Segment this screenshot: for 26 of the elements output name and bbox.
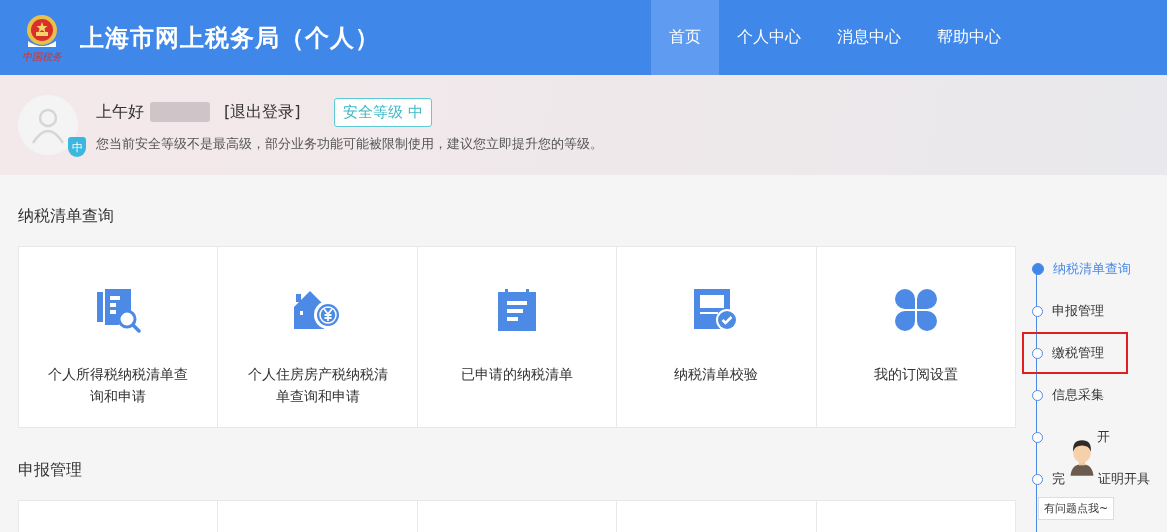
- nav-tab[interactable]: 帮助中心: [919, 0, 1019, 75]
- clover-icon: [894, 287, 937, 333]
- greeting: 上午好: [96, 101, 144, 123]
- notepad-icon: [497, 287, 537, 333]
- help-tooltip[interactable]: 有问题点我~: [1038, 497, 1115, 520]
- card-label: 个人所得税纳税清单查询和申请: [47, 365, 190, 406]
- card-label: 已申请的纳税清单: [460, 365, 574, 384]
- section-title: 申报管理: [18, 459, 83, 481]
- side-nav-link[interactable]: 完: [1052, 470, 1065, 488]
- side-nav-link[interactable]: 申报管理: [1052, 302, 1104, 320]
- side-nav-link[interactable]: 缴税管理: [1052, 344, 1104, 362]
- card-label: 我的订阅设置: [872, 365, 959, 384]
- side-nav-link[interactable]: 证明开具: [1098, 470, 1150, 488]
- site-title: 上海市网上税务局（个人）: [80, 22, 380, 54]
- side-nav-link[interactable]: 开: [1097, 428, 1110, 446]
- nav-tab[interactable]: 消息中心: [819, 0, 919, 75]
- document-search-icon: [94, 287, 143, 333]
- nav-tab[interactable]: 个人中心: [719, 0, 819, 75]
- section-title: 纳税清单查询: [18, 205, 115, 227]
- logout-link[interactable]: [退出登录]: [224, 101, 301, 123]
- security-shield: 中: [68, 137, 86, 157]
- emblem-caption: 中国税务: [22, 50, 62, 63]
- security-notice: 您当前安全等级不是最高级，部分业务功能可能被限制使用，建议您立即提升您的等级。: [96, 134, 603, 153]
- card-label: 纳税清单校验: [673, 365, 760, 384]
- side-nav-link[interactable]: 信息采集: [1052, 386, 1104, 404]
- card-label: 个人住房房产税纳税清单查询和申请: [246, 365, 389, 406]
